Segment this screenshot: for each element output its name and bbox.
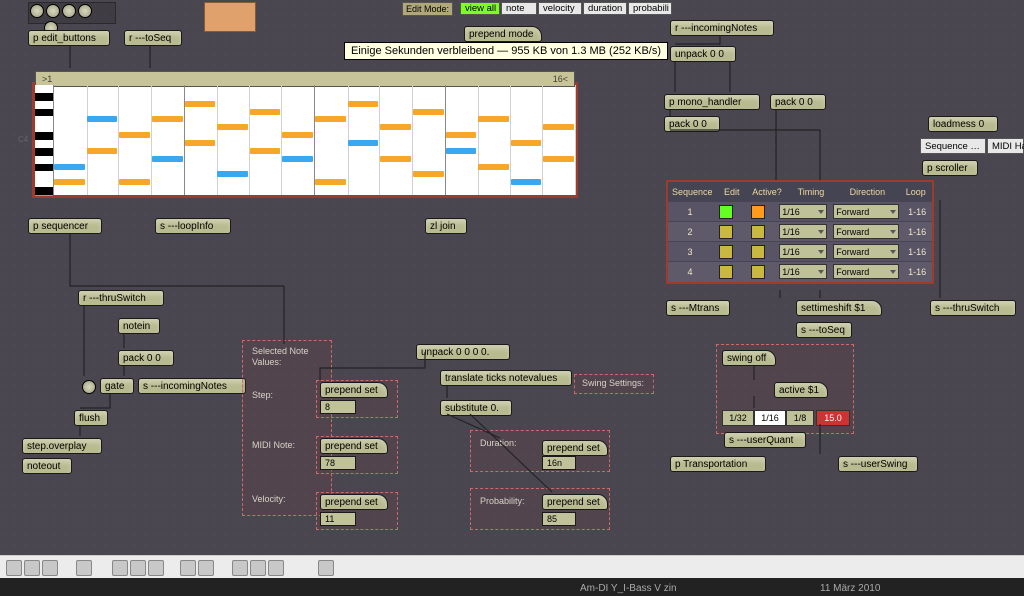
pack00-left[interactable]: pack 0 0	[118, 350, 174, 366]
active1[interactable]: active $1	[774, 382, 828, 398]
selected-note-title: Selected Note Values:	[248, 346, 313, 368]
edit-mode-label: Edit Mode:	[402, 2, 453, 16]
tool-move-icon[interactable]	[112, 560, 128, 576]
tab-probability[interactable]: probabili	[628, 2, 672, 15]
p-edit-buttons[interactable]: p edit_buttons	[28, 30, 110, 46]
tab-duration[interactable]: duration	[583, 2, 627, 15]
s-mtrans[interactable]: s ---Mtrans	[666, 300, 730, 316]
piano-keys	[35, 85, 53, 195]
swing-1-32[interactable]: 1/32	[722, 410, 754, 426]
tool-grid-icon[interactable]	[24, 560, 40, 576]
r-incoming-notes[interactable]: r ---incomingNotes	[670, 20, 774, 36]
tool-a-icon[interactable]	[232, 560, 248, 576]
table-row[interactable]: 21/16Forward1-16	[668, 221, 932, 241]
file-name: Am-DI Y_I-Bass V zin	[580, 583, 677, 594]
swing-settings-label: Swing Settings:	[578, 376, 648, 390]
p-transportation[interactable]: p Transportation	[670, 456, 766, 472]
c4-label: C4	[18, 135, 28, 144]
prepend-mode[interactable]: prepend mode	[464, 26, 542, 42]
s-thruswitch[interactable]: s ---thruSwitch	[930, 300, 1016, 316]
sequence-table[interactable]: Sequence Edit Active? Timing Direction L…	[666, 180, 934, 284]
s-userquant[interactable]: s ---userQuant	[724, 432, 806, 448]
swing-amount[interactable]: 15.0	[816, 410, 850, 426]
step-value[interactable]: 8	[320, 400, 356, 414]
unpack00000[interactable]: unpack 0 0 0 0.	[416, 344, 510, 360]
prepend-set-2[interactable]: prepend set	[320, 438, 388, 454]
tool-snap-icon[interactable]	[198, 560, 214, 576]
p-mono-handler[interactable]: p mono_handler	[664, 94, 760, 110]
noteout[interactable]: noteout	[22, 458, 72, 474]
midi-value[interactable]: 78	[320, 456, 356, 470]
unpack-00-top[interactable]: unpack 0 0	[670, 46, 736, 62]
step-overplay[interactable]: step.overplay	[22, 438, 102, 454]
tool-warn-icon[interactable]	[42, 560, 58, 576]
probability-label: Probability:	[476, 494, 529, 508]
download-tooltip: Einige Sekunden verbleibend — 955 KB von…	[344, 42, 668, 60]
sequence-tab[interactable]: Sequence …	[920, 138, 986, 154]
knob-row[interactable]	[28, 2, 116, 24]
s-userswing[interactable]: s ---userSwing	[838, 456, 918, 472]
pack-00-top[interactable]: pack 0 0	[770, 94, 826, 110]
translate-ticks[interactable]: translate ticks notevalues	[440, 370, 572, 386]
tool-present-icon[interactable]	[148, 560, 164, 576]
flush[interactable]: flush	[74, 410, 108, 426]
swing-1-16[interactable]: 1/16	[754, 410, 786, 426]
swing-off[interactable]: swing off	[722, 350, 776, 366]
table-header: Sequence Edit Active? Timing Direction L…	[668, 182, 932, 201]
s-loopinfo[interactable]: s ---loopInfo	[155, 218, 231, 234]
prepend-set-4[interactable]: prepend set	[542, 440, 608, 456]
table-row[interactable]: 31/16Forward1-16	[668, 241, 932, 261]
duration-label: Duration:	[476, 436, 521, 450]
tab-view-all[interactable]: view all	[460, 2, 500, 15]
table-row[interactable]: 41/16Forward1-16	[668, 261, 932, 281]
loadmess0[interactable]: loadmess 0	[928, 116, 998, 132]
step-sequencer[interactable]: >116< C4	[32, 82, 578, 198]
notein[interactable]: notein	[118, 318, 160, 334]
p-sequencer[interactable]: p sequencer	[28, 218, 102, 234]
bottom-toolbar: Am-DI Y_I-Bass V zin 11 März 2010	[0, 555, 1024, 596]
pack-00-b[interactable]: pack 0 0	[664, 116, 720, 132]
r-toseq[interactable]: r ---toSeq	[124, 30, 182, 46]
tool-color-icon[interactable]	[180, 560, 196, 576]
velocity-value[interactable]: 11	[320, 512, 356, 526]
tab-velocity[interactable]: velocity	[538, 2, 582, 15]
settimeshift[interactable]: settimeshift $1	[796, 300, 882, 316]
tool-d-icon[interactable]	[318, 560, 334, 576]
swing-1-8[interactable]: 1/8	[786, 410, 814, 426]
substitute-0[interactable]: substitute 0.	[440, 400, 512, 416]
prepend-set-5[interactable]: prepend set	[542, 494, 608, 510]
tool-c-icon[interactable]	[268, 560, 284, 576]
tab-note[interactable]: note	[501, 2, 537, 15]
color-swatch	[204, 2, 256, 32]
table-row[interactable]: 11/16Forward1-16	[668, 201, 932, 221]
midi-ha-tab[interactable]: MIDI Ha	[987, 138, 1024, 154]
p-scroller[interactable]: p scroller	[922, 160, 978, 176]
seq-grid[interactable]	[53, 85, 575, 195]
prepend-set-1[interactable]: prepend set	[320, 382, 388, 398]
tool-b-icon[interactable]	[250, 560, 266, 576]
gate[interactable]: gate	[100, 378, 134, 394]
file-date: 11 März 2010	[820, 583, 880, 594]
tool-new-icon[interactable]	[76, 560, 92, 576]
midi-label: MIDI Note:	[248, 438, 299, 452]
velocity-label: Velocity:	[248, 492, 290, 506]
tool-zoom-icon[interactable]	[130, 560, 146, 576]
s-incomingnotes[interactable]: s ---incomingNotes	[138, 378, 246, 394]
zl-join[interactable]: zl join	[425, 218, 467, 234]
probability-value[interactable]: 85	[542, 512, 576, 526]
prepend-set-3[interactable]: prepend set	[320, 494, 388, 510]
step-label: Step:	[248, 388, 277, 402]
r-thruswitch[interactable]: r ---thruSwitch	[78, 290, 164, 306]
duration-value[interactable]: 16n	[542, 456, 576, 470]
s-toseq-right[interactable]: s ---toSeq	[796, 322, 852, 338]
tool-lock-icon[interactable]	[6, 560, 22, 576]
toggle-knob[interactable]	[82, 380, 96, 394]
